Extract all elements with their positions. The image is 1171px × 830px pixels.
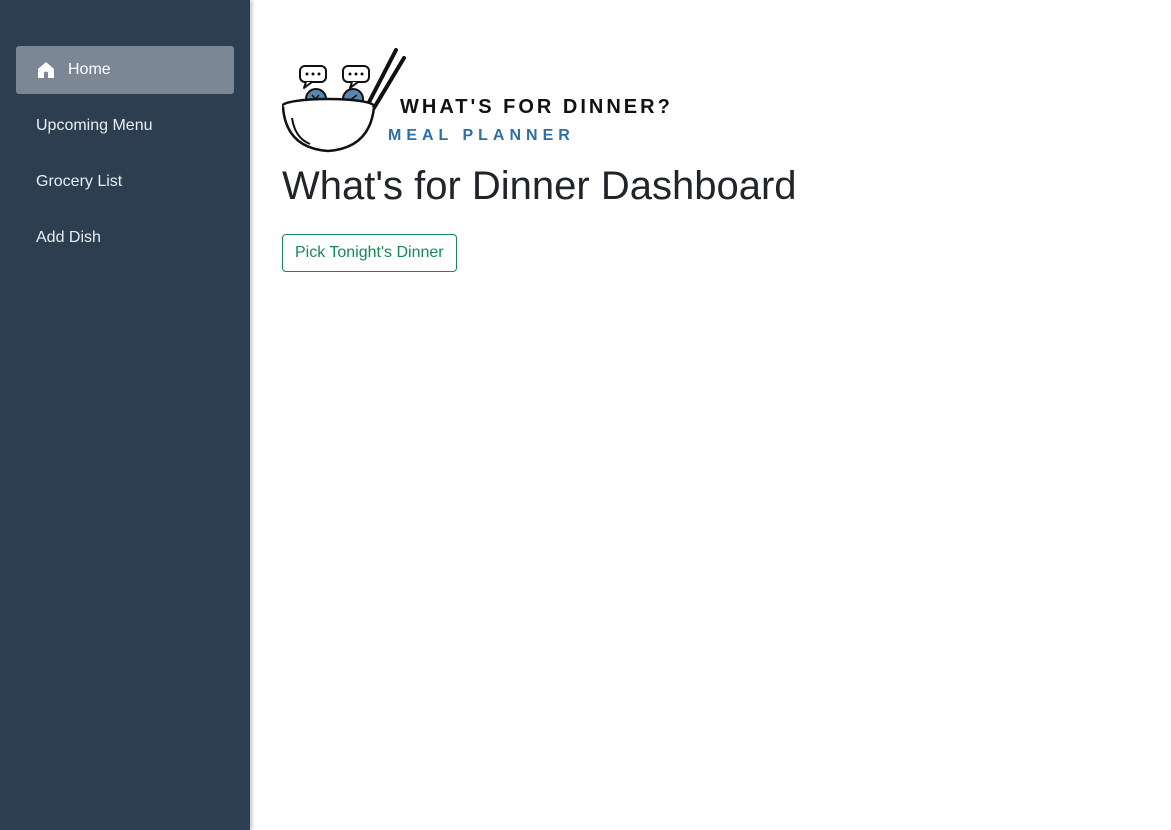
page-title: What's for Dinner Dashboard — [282, 164, 797, 208]
home-icon — [36, 60, 56, 80]
sidebar: Home Upcoming Menu Grocery List Add Dish — [0, 0, 250, 830]
sidebar-nav: Home Upcoming Menu Grocery List Add Dish — [16, 46, 234, 270]
sidebar-item-label: Home — [68, 61, 111, 78]
sidebar-item-grocery-list[interactable]: Grocery List — [16, 158, 234, 206]
logo-line2: MEAL PLANNER — [388, 127, 575, 144]
sidebar-item-upcoming-menu[interactable]: Upcoming Menu — [16, 102, 234, 150]
app-root: Home Upcoming Menu Grocery List Add Dish — [0, 0, 1171, 830]
sidebar-item-add-dish[interactable]: Add Dish — [16, 214, 234, 262]
bowl-logo-icon: WHAT'S FOR DINNER? MEAL PLANNER — [280, 48, 673, 153]
sidebar-item-label: Grocery List — [36, 173, 123, 190]
sidebar-item-label: Upcoming Menu — [36, 117, 153, 134]
app-logo: WHAT'S FOR DINNER? MEAL PLANNER — [280, 44, 682, 156]
logo-line1: WHAT'S FOR DINNER? — [400, 96, 673, 118]
sidebar-item-home[interactable]: Home — [16, 46, 234, 94]
pick-tonights-dinner-button[interactable]: Pick Tonight's Dinner — [282, 234, 457, 272]
sidebar-item-label: Add Dish — [36, 229, 101, 246]
